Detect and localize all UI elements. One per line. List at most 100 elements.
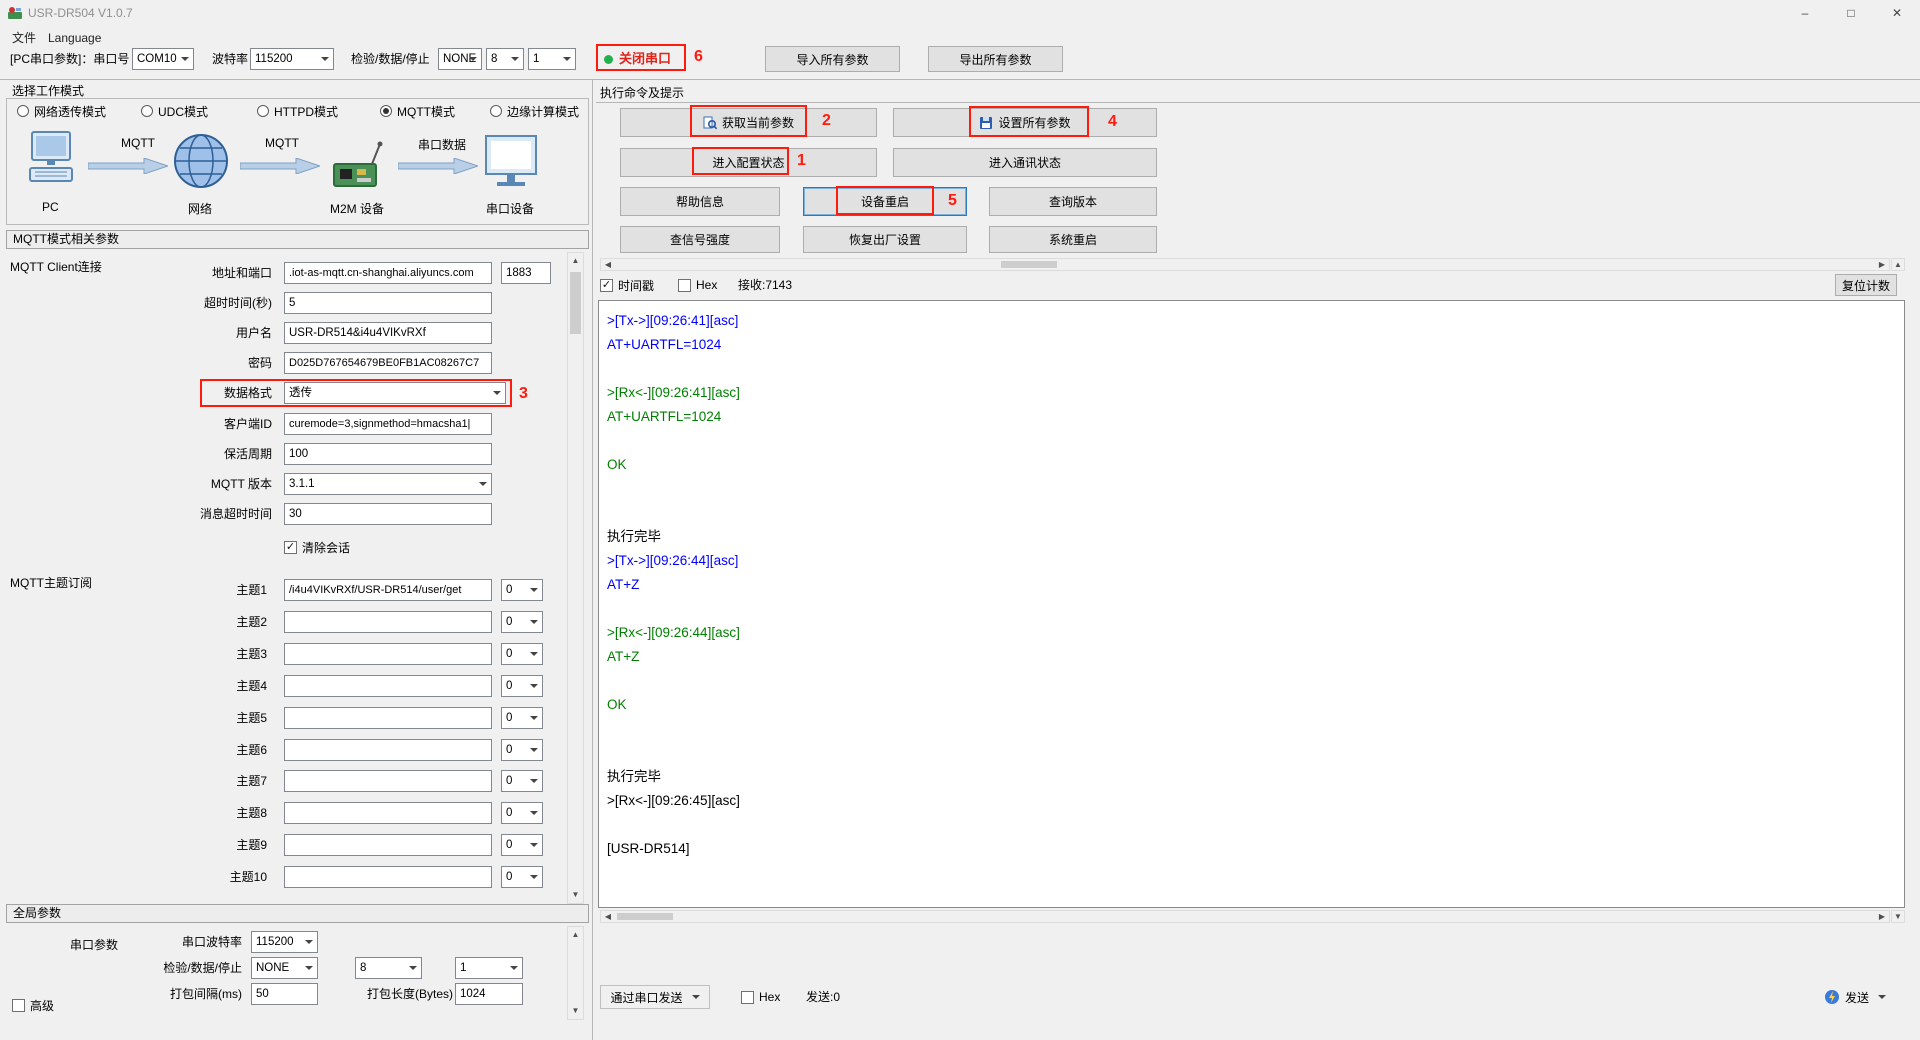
- form-scrollbar[interactable]: ▲ ▼: [567, 252, 584, 904]
- log-bottom-scrollbar[interactable]: ◀ ▶: [600, 910, 1890, 923]
- topic-input[interactable]: [284, 706, 492, 729]
- radio-mqtt-mode[interactable]: MQTT模式: [380, 103, 455, 119]
- menu-file[interactable]: 文件: [8, 29, 40, 47]
- send-button[interactable]: 发送: [1824, 984, 1910, 1010]
- scroll-right-icon[interactable]: ▶: [1875, 911, 1889, 922]
- radio-edge-computing-mode[interactable]: 边缘计算模式: [490, 103, 579, 119]
- global-databits-select[interactable]: 8: [355, 957, 422, 979]
- device-restart-button[interactable]: 设备重启: [803, 187, 967, 216]
- topic-qos-select[interactable]: 0: [501, 579, 543, 601]
- scroll-left-icon[interactable]: ◀: [601, 911, 615, 922]
- scroll-left-icon[interactable]: ◀: [601, 259, 615, 270]
- topic-input[interactable]: [284, 834, 492, 857]
- panel-divider: [592, 80, 593, 1040]
- log-bottom-scrollbar-thumb[interactable]: [617, 913, 673, 920]
- scroll-right-icon[interactable]: ▶: [1875, 259, 1889, 270]
- mqtt-version-label: MQTT 版本: [210, 477, 272, 491]
- username-input[interactable]: USR-DR514&i4u4VIKvRXf: [284, 322, 492, 344]
- baud-select[interactable]: 115200: [250, 48, 334, 70]
- topic-label: 主题8: [236, 806, 267, 821]
- pack-length-input[interactable]: 1024: [455, 983, 523, 1005]
- password-input[interactable]: D025D767654679BE0FB1AC08267C7: [284, 352, 492, 374]
- export-all-params-button[interactable]: 导出所有参数: [928, 46, 1063, 72]
- send-hex-checkbox[interactable]: Hex: [741, 989, 780, 1005]
- log-scroll-up-button[interactable]: ▲: [1891, 258, 1905, 271]
- mqtt-version-select[interactable]: 3.1.1: [284, 473, 492, 495]
- pack-interval-input[interactable]: 50: [251, 983, 318, 1005]
- log-output[interactable]: >[Tx->][09:26:41][asc] AT+UARTFL=1024 >[R…: [598, 300, 1905, 908]
- global-parity-select[interactable]: NONE: [251, 957, 318, 979]
- global-stopbits-select[interactable]: 1: [455, 957, 523, 979]
- topic-qos-select[interactable]: 0: [501, 674, 543, 697]
- topic-input[interactable]: [284, 770, 492, 793]
- data-format-label: 数据格式: [223, 386, 272, 400]
- radio-httpd-mode[interactable]: HTTPD模式: [257, 103, 338, 119]
- radio-label: MQTT模式: [397, 104, 455, 119]
- global-scrollbar[interactable]: ▲ ▼: [567, 926, 584, 1020]
- topic-input[interactable]: [284, 866, 492, 889]
- log-hex-checkbox[interactable]: Hex: [678, 277, 717, 293]
- query-version-button[interactable]: 查询版本: [989, 187, 1157, 216]
- timeout-input[interactable]: 5: [284, 292, 492, 314]
- maximize-button[interactable]: □: [1828, 0, 1874, 26]
- commands-header-divider: [596, 102, 1920, 103]
- keepalive-input[interactable]: 100: [284, 443, 492, 465]
- clean-session-checkbox[interactable]: 清除会话: [284, 539, 350, 555]
- log-top-scrollbar-thumb[interactable]: [1001, 261, 1057, 268]
- scroll-up-icon[interactable]: ▲: [568, 253, 583, 269]
- topic-qos-select[interactable]: 0: [501, 610, 543, 633]
- topic-input[interactable]: [284, 802, 492, 825]
- scroll-down-icon[interactable]: ▼: [568, 887, 583, 903]
- factory-reset-button[interactable]: 恢复出厂设置: [803, 226, 967, 253]
- scroll-down-icon[interactable]: ▼: [568, 1003, 583, 1019]
- system-restart-button[interactable]: 系统重启: [989, 226, 1157, 253]
- topic-qos-select[interactable]: 0: [501, 866, 543, 889]
- topic-input[interactable]: [284, 610, 492, 633]
- topic-input[interactable]: [284, 738, 492, 761]
- log-top-scrollbar[interactable]: ◀ ▶: [600, 258, 1890, 271]
- topic-qos-select[interactable]: 0: [501, 738, 543, 761]
- server-address-input[interactable]: .iot-as-mqtt.cn-shanghai.aliyuncs.com: [284, 262, 492, 284]
- timestamp-checkbox[interactable]: 时间戳: [600, 277, 654, 293]
- topic-input[interactable]: [284, 674, 492, 697]
- topic-qos-select[interactable]: 0: [501, 706, 543, 729]
- databits-select[interactable]: 8: [486, 48, 524, 70]
- import-all-params-button[interactable]: 导入所有参数: [765, 46, 900, 72]
- topic-input[interactable]: /i4u4VIKvRXf/USR-DR514/user/get: [284, 579, 492, 601]
- message-timeout-input[interactable]: 30: [284, 503, 492, 525]
- set-all-params-button[interactable]: 设置所有参数: [893, 108, 1157, 137]
- com-port-select[interactable]: COM10: [132, 48, 194, 70]
- scroll-up-icon[interactable]: ▲: [568, 927, 583, 943]
- global-baud-select[interactable]: 115200: [251, 931, 318, 953]
- reset-counter-button[interactable]: 复位计数: [1835, 274, 1897, 296]
- close-port-button[interactable]: 关闭串口: [619, 48, 671, 70]
- radio-network-passthrough-mode[interactable]: 网络透传模式: [17, 103, 106, 119]
- parity-select[interactable]: NONE: [438, 48, 482, 70]
- data-format-select[interactable]: 透传: [284, 382, 506, 404]
- log-scroll-down-button[interactable]: ▼: [1891, 910, 1905, 923]
- menu-language[interactable]: Language: [44, 29, 105, 47]
- topic-qos-select[interactable]: 0: [501, 834, 543, 857]
- stopbits-select[interactable]: 1: [528, 48, 576, 70]
- enter-config-state-button[interactable]: 进入配置状态: [620, 148, 877, 177]
- help-info-button[interactable]: 帮助信息: [620, 187, 780, 216]
- get-current-params-button[interactable]: 获取当前参数: [620, 108, 877, 137]
- arrow-right-icon: [88, 158, 168, 174]
- radio-udc-mode[interactable]: UDC模式: [141, 103, 208, 119]
- signal-strength-button[interactable]: 查信号强度: [620, 226, 780, 253]
- client-id-input[interactable]: curemode=3,signmethod=hmacsha1|: [284, 413, 492, 435]
- server-port-input[interactable]: 1883: [501, 262, 551, 284]
- diagram-pc-label: PC: [42, 200, 59, 214]
- topic-qos-select[interactable]: 0: [501, 642, 543, 665]
- form-scrollbar-thumb[interactable]: [570, 272, 581, 334]
- enter-comm-state-button[interactable]: 进入通讯状态: [893, 148, 1157, 177]
- close-button[interactable]: ✕: [1874, 0, 1920, 26]
- minimize-button[interactable]: –: [1782, 0, 1828, 26]
- topic-input[interactable]: [284, 642, 492, 665]
- topic-qos-select[interactable]: 0: [501, 770, 543, 793]
- send-via-serial-button[interactable]: 通过串口发送: [600, 985, 710, 1009]
- advanced-checkbox[interactable]: 高级: [12, 997, 54, 1013]
- topic-qos-select[interactable]: 0: [501, 802, 543, 825]
- topic-label: 主题2: [236, 614, 267, 629]
